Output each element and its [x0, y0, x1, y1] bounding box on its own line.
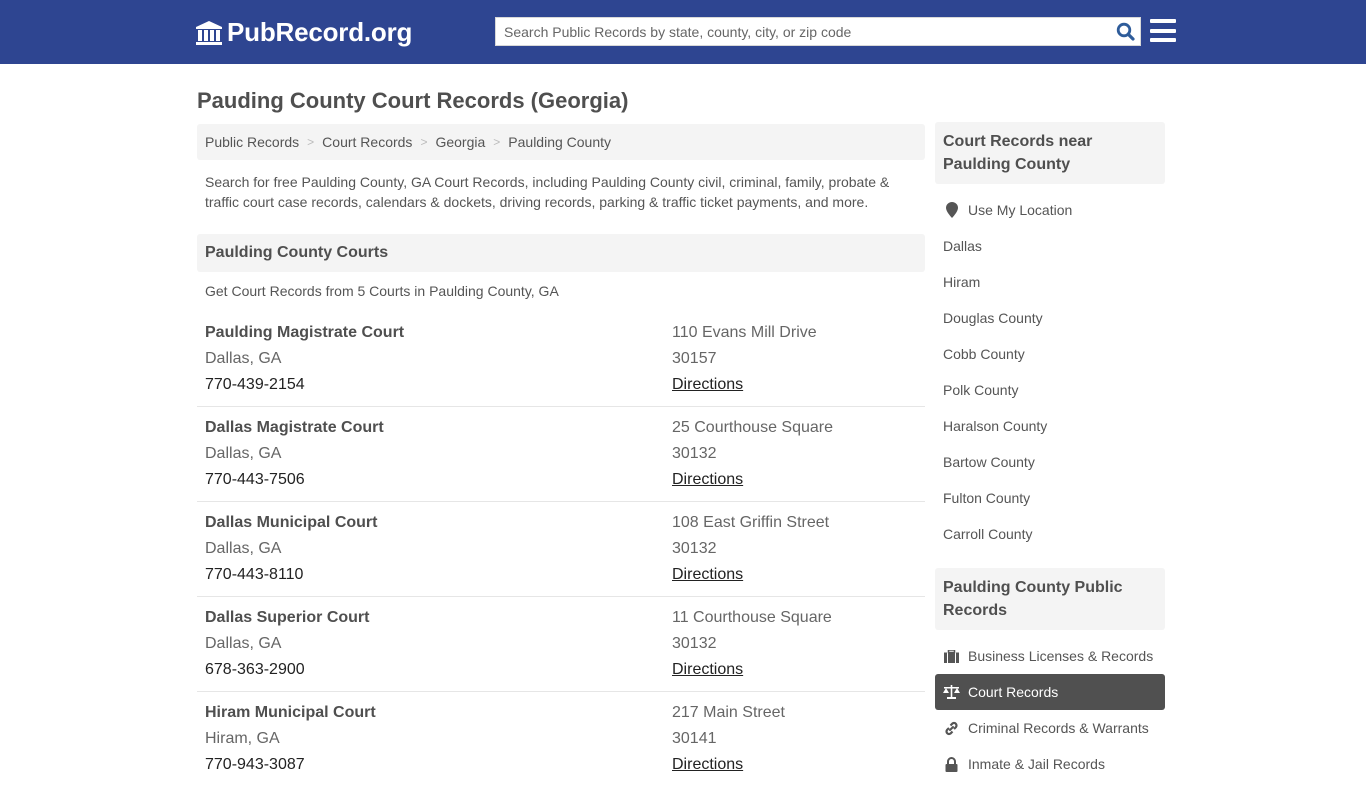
court-name: Dallas Municipal Court: [205, 514, 378, 531]
court-name: Hiram Municipal Court: [205, 704, 376, 721]
court-list-item: Dallas Superior Court Dallas, GA 678-363…: [197, 597, 925, 692]
sidebar: Court Records near Paulding County Use M…: [935, 122, 1165, 782]
sidebar-item-label: Court Records: [968, 684, 1059, 700]
directions-link[interactable]: Directions: [672, 376, 743, 393]
nearby-item[interactable]: Douglas County: [935, 300, 1165, 336]
court-address: 25 Courthouse Square: [672, 419, 833, 436]
nearby-item[interactable]: Polk County: [935, 372, 1165, 408]
breadcrumb-separator: >: [420, 135, 428, 149]
court-zip: 30132: [672, 445, 717, 462]
court-phone[interactable]: 678-363-2900: [205, 657, 672, 683]
nearby-item[interactable]: Fulton County: [935, 480, 1165, 516]
sidebar-item-label: Criminal Records & Warrants: [968, 720, 1149, 736]
court-list-item: Dallas Magistrate Court Dallas, GA 770-4…: [197, 407, 925, 502]
public-records-heading: Paulding County Public Records: [935, 568, 1165, 630]
lock-icon: [943, 756, 960, 772]
public-records-list: Business Licenses & Records Court Record…: [935, 638, 1165, 782]
courthouse-icon: [196, 20, 222, 45]
court-name: Dallas Superior Court: [205, 609, 370, 626]
sidebar-item-label: Inmate & Jail Records: [968, 756, 1105, 772]
directions-link[interactable]: Directions: [672, 661, 743, 678]
top-navbar: PubRecord.org: [0, 0, 1366, 64]
intro-text: Search for free Paulding County, GA Cour…: [205, 174, 890, 210]
court-address: 217 Main Street: [672, 704, 785, 721]
map-marker-icon: [943, 202, 960, 218]
hamburger-menu-button[interactable]: [1150, 19, 1176, 42]
search-button[interactable]: [1110, 18, 1140, 45]
sidebar-item-court-records[interactable]: Court Records: [935, 674, 1165, 710]
briefcase-icon: [943, 648, 960, 664]
nearby-item[interactable]: Hiram: [935, 264, 1165, 300]
nearby-item[interactable]: Bartow County: [935, 444, 1165, 480]
menu-bar-icon: [1150, 28, 1176, 33]
logo-text: PubRecord.org: [227, 17, 413, 47]
court-city: Dallas, GA: [205, 635, 282, 652]
court-city: Dallas, GA: [205, 445, 282, 462]
court-phone[interactable]: 770-439-2154: [205, 372, 672, 398]
breadcrumb: Public Records > Court Records > Georgia…: [197, 124, 925, 160]
breadcrumb-georgia[interactable]: Georgia: [435, 134, 485, 150]
breadcrumb-paulding-county[interactable]: Paulding County: [508, 134, 611, 150]
menu-bar-icon: [1150, 38, 1176, 42]
court-list: Paulding Magistrate Court Dallas, GA 770…: [197, 312, 925, 787]
directions-link[interactable]: Directions: [672, 471, 743, 488]
court-list-item: Dallas Municipal Court Dallas, GA 770-44…: [197, 502, 925, 597]
breadcrumb-public-records[interactable]: Public Records: [205, 134, 299, 150]
breadcrumb-court-records[interactable]: Court Records: [322, 134, 412, 150]
sidebar-item-business-licenses[interactable]: Business Licenses & Records: [935, 638, 1165, 674]
search-icon: [1116, 22, 1135, 41]
court-phone[interactable]: 770-443-7506: [205, 467, 672, 493]
search-input[interactable]: [496, 18, 1110, 45]
court-zip: 30132: [672, 635, 717, 652]
court-zip: 30132: [672, 540, 717, 557]
court-zip: 30157: [672, 350, 717, 367]
court-list-item: Paulding Magistrate Court Dallas, GA 770…: [197, 312, 925, 407]
nearby-heading: Court Records near Paulding County: [935, 122, 1165, 184]
court-address: 11 Courthouse Square: [672, 609, 832, 626]
main-content: Public Records > Court Records > Georgia…: [197, 124, 925, 787]
site-logo[interactable]: PubRecord.org: [195, 17, 412, 48]
court-list-item: Hiram Municipal Court Hiram, GA 770-943-…: [197, 692, 925, 787]
court-name: Dallas Magistrate Court: [205, 419, 384, 436]
search-bar: [495, 17, 1141, 46]
sidebar-item-label: Business Licenses & Records: [968, 648, 1154, 664]
nearby-item[interactable]: Cobb County: [935, 336, 1165, 372]
court-name: Paulding Magistrate Court: [205, 324, 405, 341]
directions-link[interactable]: Directions: [672, 756, 743, 773]
court-address: 110 Evans Mill Drive: [672, 324, 817, 341]
court-zip: 30141: [672, 730, 717, 747]
breadcrumb-separator: >: [307, 135, 315, 149]
sidebar-item-criminal-records[interactable]: Criminal Records & Warrants: [935, 710, 1165, 746]
use-my-location-link[interactable]: Use My Location: [935, 192, 1165, 228]
page-title: Pauding County Court Records (Georgia): [197, 88, 629, 113]
court-address: 108 East Griffin Street: [672, 514, 830, 531]
courts-section-subheading: Get Court Records from 5 Courts in Pauld…: [205, 283, 559, 299]
court-city: Hiram, GA: [205, 730, 280, 747]
courts-section-heading: Paulding County Courts: [197, 234, 925, 272]
nearby-item[interactable]: Carroll County: [935, 516, 1165, 552]
menu-bar-icon: [1150, 19, 1176, 23]
breadcrumb-separator: >: [493, 135, 501, 149]
link-icon: [943, 720, 960, 736]
court-phone[interactable]: 770-443-8110: [205, 562, 672, 588]
nearby-item[interactable]: Haralson County: [935, 408, 1165, 444]
sidebar-item-inmate-records[interactable]: Inmate & Jail Records: [935, 746, 1165, 782]
nearby-item[interactable]: Dallas: [935, 228, 1165, 264]
court-city: Dallas, GA: [205, 350, 282, 367]
use-my-location-label: Use My Location: [968, 202, 1073, 218]
directions-link[interactable]: Directions: [672, 566, 743, 583]
scale-icon: [943, 684, 960, 700]
court-city: Dallas, GA: [205, 540, 282, 557]
nearby-list: Use My Location Dallas Hiram Douglas Cou…: [935, 192, 1165, 552]
court-phone[interactable]: 770-943-3087: [205, 752, 672, 778]
